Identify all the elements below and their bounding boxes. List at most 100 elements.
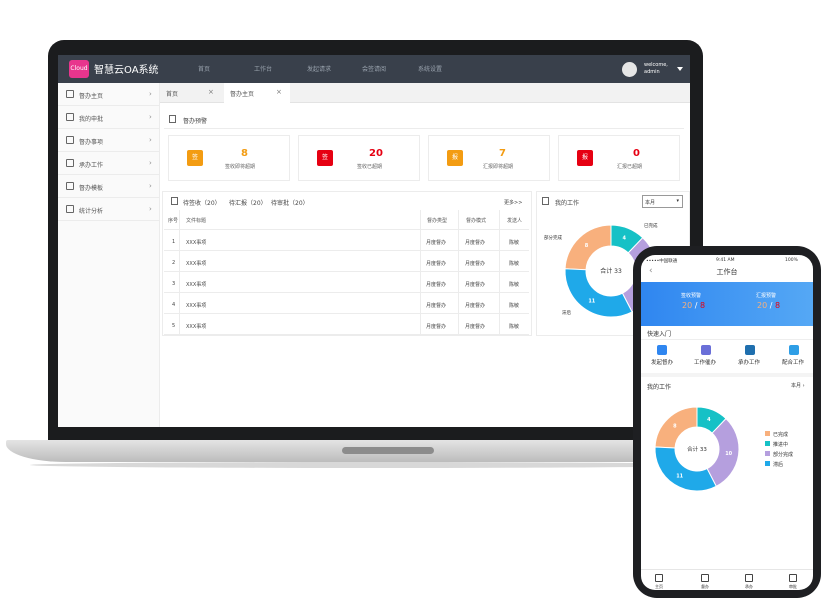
- top-bar: Cloud 智慧云OA系统 首页 工作台 发起请求 会签请阅 系统设置 welc…: [58, 55, 690, 83]
- sidebar-item-work[interactable]: 承办工作 ›: [58, 152, 160, 175]
- mobile-pie-chart: 8 4 10 11 合计 33 已完成推进中部分完成滞后: [654, 406, 793, 492]
- status-time: 9:41 AM: [716, 258, 735, 263]
- report-icon: 报: [447, 150, 463, 166]
- nav-workbench[interactable]: 工作台: [254, 64, 272, 73]
- sign-icon: 签: [187, 150, 203, 166]
- work-icon: [66, 159, 74, 167]
- chevron-right-icon: ›: [149, 182, 152, 190]
- cell: 月度督办: [465, 261, 486, 267]
- sidebar-item-approval[interactable]: 我的申批 ›: [58, 106, 160, 129]
- table-row[interactable]: 4 XXX事项 月度督办 月度督办 陈敏: [164, 294, 529, 314]
- undertake-icon[interactable]: [745, 345, 755, 355]
- table-row[interactable]: 5 XXX事项 月度督办 月度督办 陈敏: [164, 315, 529, 335]
- close-icon[interactable]: ×: [208, 88, 214, 96]
- card-number: 7: [499, 148, 506, 159]
- card-report-overdue[interactable]: 报 0 汇报已超期: [558, 135, 680, 181]
- cooperate-icon[interactable]: [789, 345, 799, 355]
- cell: 陈敏: [509, 282, 520, 288]
- supervise-icon[interactable]: [701, 574, 709, 582]
- nav-settings[interactable]: 系统设置: [418, 64, 442, 73]
- approve-icon[interactable]: [789, 574, 797, 582]
- start-supervise-icon[interactable]: [657, 345, 667, 355]
- card-report-soon[interactable]: 报 7 汇报即将超期: [428, 135, 550, 181]
- divider: [641, 339, 813, 340]
- tab-to-sign[interactable]: 待签收（20）: [183, 198, 221, 207]
- cell: 陈敏: [509, 303, 520, 309]
- tab-label: 督办主页: [230, 91, 255, 98]
- tab-dashboard[interactable]: 督办主页 ×: [224, 83, 290, 103]
- approval-icon: [66, 113, 74, 121]
- sidebar-item-stats[interactable]: 统计分析 ›: [58, 198, 160, 221]
- undertake-icon[interactable]: [745, 574, 753, 582]
- table-row[interactable]: 2 XXX事项 月度督办 月度督办 陈敏: [164, 252, 529, 272]
- quick-undertake[interactable]: 承办工作: [738, 358, 760, 366]
- card-sign-overdue[interactable]: 签 20 签收已超期: [298, 135, 420, 181]
- app-title: 智慧云OA系统: [94, 65, 159, 76]
- tab-supervise[interactable]: 督办: [701, 584, 709, 590]
- cell: 月度督办: [465, 240, 486, 246]
- sidebar-item-tasks[interactable]: 督办事项 ›: [58, 129, 160, 152]
- battery: 100%: [785, 258, 798, 263]
- desktop-app: Cloud 智慧云OA系统 首页 工作台 发起请求 会签请阅 系统设置 welc…: [58, 55, 690, 427]
- tab-undertake[interactable]: 承办: [745, 584, 753, 590]
- card-number: 8: [241, 148, 248, 159]
- warning-title: 督办预警: [183, 118, 208, 125]
- pie-value-label: 4: [622, 236, 626, 242]
- home-icon[interactable]: [655, 574, 663, 582]
- table-row[interactable]: 3 XXX事项 月度督办 月度督办 陈敏: [164, 273, 529, 293]
- cell: XXX事项: [186, 282, 207, 288]
- pie-value-label: 11: [588, 299, 595, 305]
- period-value: 本月: [645, 200, 656, 206]
- nav-request[interactable]: 发起请求: [307, 64, 331, 73]
- chart-label-delayed: 滞后: [562, 309, 571, 316]
- my-work-title: 我的工作: [555, 200, 580, 207]
- chevron-down-icon: ▾: [676, 198, 679, 204]
- tab-to-report[interactable]: 待汇报（20）: [229, 198, 267, 207]
- table-row[interactable]: 1 XXX事项 月度督办 月度督办 陈敏: [164, 231, 529, 251]
- user-name: admin: [644, 69, 660, 75]
- quick-start[interactable]: 发起督办: [651, 358, 673, 366]
- pie-value-label: 10: [725, 451, 732, 457]
- laptop-shadow: [30, 462, 720, 468]
- chevron-right-icon: ›: [149, 205, 152, 213]
- tab-home[interactable]: 主页: [655, 584, 663, 590]
- avatar[interactable]: [622, 62, 637, 77]
- urge-icon[interactable]: [701, 345, 711, 355]
- sign-icon: 签: [317, 150, 333, 166]
- cell: 3: [172, 281, 176, 287]
- chevron-down-icon[interactable]: [677, 67, 683, 71]
- period-select[interactable]: 本月 ▾: [642, 195, 683, 208]
- tab-approve[interactable]: 审批: [789, 584, 797, 590]
- sidebar-item-home[interactable]: 督办主页 ›: [58, 83, 160, 106]
- cell: 月度督办: [426, 324, 447, 330]
- chart-total: 合计 33: [687, 445, 707, 453]
- card-sign-soon[interactable]: 签 8 签收即将超期: [168, 135, 290, 181]
- nav-home[interactable]: 首页: [198, 64, 210, 73]
- cell: 陈敏: [509, 324, 520, 330]
- more-link[interactable]: 更多>>: [504, 199, 522, 206]
- sidebar: 督办主页 › 我的申批 › 督办事项 › 承办工作 › 督办模板 › 统计分析 …: [58, 83, 160, 427]
- quick-cooperate[interactable]: 配合工作: [782, 358, 804, 366]
- pie-value-label: 8: [585, 243, 589, 249]
- chart-label-partial: 部分完成: [544, 234, 562, 241]
- tab-to-approve[interactable]: 待审批（20）: [271, 198, 309, 207]
- divider: [164, 128, 684, 129]
- cell: 月度督办: [465, 324, 486, 330]
- tab-home[interactable]: 首页 ×: [160, 83, 222, 103]
- legend-label: 部分完成: [773, 451, 793, 458]
- chart-label-done: 已完成: [644, 222, 658, 229]
- quick-urge[interactable]: 工作催办: [694, 358, 716, 366]
- cell: 月度督办: [465, 303, 486, 309]
- banner-numbers[interactable]: 20 / 8: [757, 301, 780, 310]
- banner-numbers[interactable]: 20 / 8: [682, 301, 705, 310]
- nav-review[interactable]: 会签请阅: [362, 64, 386, 73]
- sidebar-item-template[interactable]: 督办模板 ›: [58, 175, 160, 198]
- cell: 4: [172, 302, 176, 308]
- legend-swatch: [765, 451, 770, 456]
- cell: 陈敏: [509, 261, 520, 267]
- period-select[interactable]: 本月 ›: [791, 382, 805, 389]
- divider: [641, 373, 813, 377]
- close-icon[interactable]: ×: [276, 88, 282, 96]
- carrier: •••••中国联通: [646, 259, 678, 264]
- home-icon: [66, 90, 74, 98]
